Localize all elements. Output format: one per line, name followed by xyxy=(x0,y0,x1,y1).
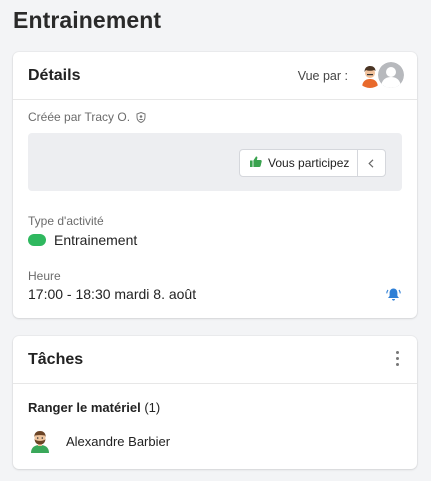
created-by-text: Créée par Tracy O. xyxy=(28,110,131,124)
activity-type-value: Entrainement xyxy=(28,232,137,248)
tasks-card: Tâches Ranger le matériel (1) Alexandre … xyxy=(13,336,417,469)
task-count: (1) xyxy=(144,400,161,415)
assignee-name: Alexandre Barbier xyxy=(66,433,171,449)
viewer-avatar-2[interactable] xyxy=(376,60,406,90)
chevron-left-icon[interactable] xyxy=(357,150,385,176)
activity-color-pill xyxy=(28,234,46,246)
details-header: Détails Vue par : xyxy=(13,52,417,100)
assignee-avatar xyxy=(28,429,52,453)
thumbs-up-icon xyxy=(250,156,262,170)
time-value: 17:00 - 18:30 mardi 8. août xyxy=(28,286,197,302)
participate-button[interactable]: Vous participez xyxy=(240,150,358,176)
task-item[interactable]: Ranger le matériel (1) xyxy=(28,400,160,415)
task-assignee[interactable]: Alexandre Barbier xyxy=(28,428,170,454)
participate-label: Vous participez xyxy=(268,156,350,170)
tasks-title: Tâches xyxy=(28,351,84,368)
details-title: Détails xyxy=(28,67,81,84)
time-label: Heure xyxy=(28,269,61,283)
viewers-avatars[interactable] xyxy=(357,60,406,90)
tasks-header: Tâches xyxy=(13,336,417,384)
participation-box: Vous participez xyxy=(28,133,402,191)
details-card: Détails Vue par : Créée par Tracy O. Vou… xyxy=(13,52,417,318)
kebab-menu-icon[interactable] xyxy=(392,351,402,369)
page-title: Entrainement xyxy=(13,7,162,33)
viewed-by-label: Vue par : xyxy=(297,69,348,83)
bell-icon[interactable] xyxy=(386,287,401,307)
activity-type-label: Type d'activité xyxy=(28,214,104,228)
participation-button[interactable]: Vous participez xyxy=(239,149,386,177)
task-name: Ranger le matériel xyxy=(28,400,141,415)
created-by: Créée par Tracy O. xyxy=(28,110,146,126)
shield-icon xyxy=(136,111,146,126)
activity-type-text: Entrainement xyxy=(54,232,138,248)
